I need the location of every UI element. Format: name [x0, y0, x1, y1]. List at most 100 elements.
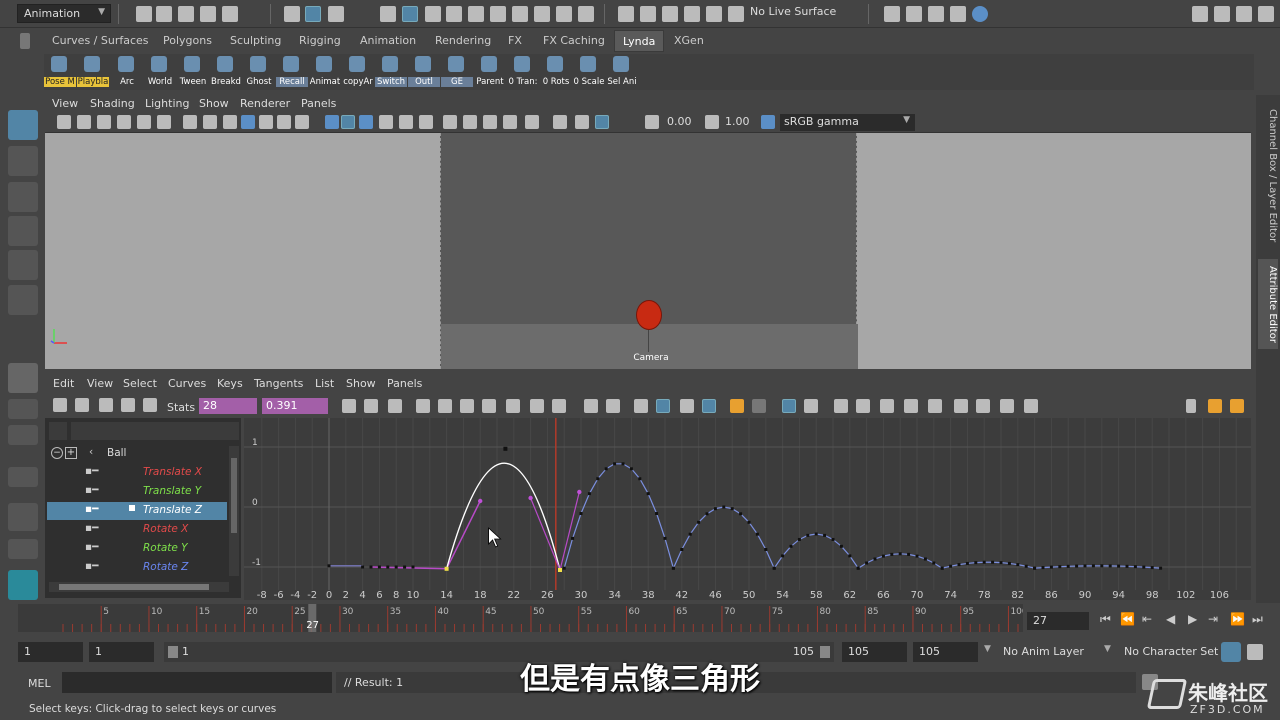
- lasso-icon[interactable]: [662, 6, 678, 22]
- chevron-down-icon[interactable]: ▼: [984, 644, 991, 654]
- menu-renderer[interactable]: Renderer: [240, 97, 290, 110]
- bookmark-icon[interactable]: [97, 115, 111, 129]
- new-scene-icon[interactable]: [136, 6, 152, 22]
- workspace-icon[interactable]: [1192, 6, 1208, 22]
- channel-row[interactable]: ▪━ Rotate X: [47, 521, 227, 539]
- menu-select[interactable]: Select: [123, 377, 157, 390]
- play-back-icon[interactable]: ◀: [1166, 612, 1175, 626]
- ssao-icon[interactable]: [443, 115, 457, 129]
- menu-panels[interactable]: Panels: [387, 377, 422, 390]
- layout-icon[interactable]: [8, 503, 38, 531]
- outliner-object-row[interactable]: − + ‹ Ball: [47, 446, 227, 464]
- rotate-tool-icon[interactable]: [8, 250, 38, 280]
- shelf-item-rots[interactable]: 0 Rots: [540, 54, 570, 88]
- menu-view[interactable]: View: [52, 97, 78, 110]
- curve-graph[interactable]: 10-1-8 -6 -4 -2 0 2 4 6 8 10 14 18 22 26 30 34 38 42 46 50 5…: [244, 418, 1254, 601]
- select-hierarchy-icon[interactable]: [284, 6, 300, 22]
- plateau-tangent-icon[interactable]: [552, 399, 566, 413]
- exposure-icon[interactable]: [645, 115, 659, 129]
- insert-key-icon[interactable]: [75, 398, 89, 412]
- open-scene-icon[interactable]: [156, 6, 172, 22]
- snap-surface-icon[interactable]: [468, 6, 484, 22]
- menu-keys[interactable]: Keys: [217, 377, 243, 390]
- layout-icon[interactable]: [8, 363, 38, 393]
- hypershade-icon[interactable]: [972, 6, 988, 22]
- anti-aliasing-icon[interactable]: [483, 115, 497, 129]
- shelf-item-copyar[interactable]: copyAr: [342, 54, 373, 88]
- channel-options-icon[interactable]: [1186, 399, 1196, 413]
- cycle-offset-icon[interactable]: [904, 399, 918, 413]
- menu-show[interactable]: Show: [199, 97, 229, 110]
- paint-select-tool-icon[interactable]: [8, 182, 38, 212]
- stats-frame-field[interactable]: 28: [199, 398, 257, 414]
- layout-icon[interactable]: [8, 539, 38, 559]
- lock-icon[interactable]: [556, 6, 572, 22]
- prev-key-icon[interactable]: ⇤: [1142, 612, 1152, 626]
- snap-view-icon[interactable]: [446, 6, 462, 22]
- outliner-scrollbar[interactable]: [229, 446, 239, 576]
- lattice-deform-icon[interactable]: [99, 398, 113, 412]
- lock-tangent-icon[interactable]: [702, 399, 716, 413]
- isolate-icon[interactable]: [525, 115, 539, 129]
- trax-editor-icon[interactable]: [1230, 399, 1244, 413]
- linear-infinity-icon[interactable]: [954, 399, 968, 413]
- step-next-icon[interactable]: [530, 399, 544, 413]
- shelf-item-ghost[interactable]: Ghost: [243, 54, 273, 88]
- tag-icon[interactable]: [706, 6, 722, 22]
- scroll-thumb[interactable]: [231, 458, 237, 533]
- time-slider[interactable]: 5 10 15 20 25 30 35 40 45 50 55 60 65 70 75 80 85 90 95 100…: [18, 604, 1070, 632]
- linear-tangent-icon[interactable]: [460, 399, 474, 413]
- channel-row[interactable]: ▪━ Translate X: [47, 464, 227, 482]
- cycle-icon[interactable]: [880, 399, 894, 413]
- shelf-item-recall[interactable]: Recall: [276, 54, 308, 88]
- render-view-icon[interactable]: [906, 6, 922, 22]
- stack-icon[interactable]: [752, 399, 766, 413]
- move-key-icon[interactable]: [53, 398, 67, 412]
- frame-all-icon[interactable]: [388, 399, 402, 413]
- tab-rendering[interactable]: Rendering: [427, 30, 499, 52]
- current-frame-field[interactable]: 27: [1027, 612, 1089, 630]
- dope-sheet-icon[interactable]: [1208, 399, 1222, 413]
- select-object-icon[interactable]: [305, 6, 321, 22]
- dof-icon[interactable]: [503, 115, 517, 129]
- tab-xgen[interactable]: XGen: [666, 30, 712, 52]
- live-icon[interactable]: [728, 6, 744, 22]
- render-icon[interactable]: [884, 6, 900, 22]
- menu-tangents[interactable]: Tangents: [254, 377, 303, 390]
- tool-settings-icon[interactable]: [1258, 6, 1274, 22]
- chevron-down-icon[interactable]: ▼: [1104, 644, 1111, 654]
- exposure-value[interactable]: 0.00: [667, 115, 692, 128]
- snap-point-icon[interactable]: [425, 6, 441, 22]
- snap-vertex-icon[interactable]: [490, 6, 506, 22]
- image-plane-icon[interactable]: [117, 115, 131, 129]
- viewport[interactable]: Camera: [45, 133, 1251, 369]
- menu-edit[interactable]: Edit: [53, 377, 74, 390]
- flat-tangent-icon[interactable]: [482, 399, 496, 413]
- go-to-start-icon[interactable]: ⏮: [1100, 612, 1111, 627]
- denormalize-icon[interactable]: [364, 399, 378, 413]
- channel-row[interactable]: ▪━ Rotate Z: [47, 559, 227, 577]
- tab-animation[interactable]: Animation: [352, 30, 424, 52]
- tab-rigging[interactable]: Rigging: [291, 30, 349, 52]
- color-management-icon[interactable]: [761, 115, 775, 129]
- scale-tool-icon[interactable]: [8, 285, 38, 315]
- gamma-value[interactable]: 1.00: [725, 115, 750, 128]
- select-component-icon[interactable]: [328, 6, 344, 22]
- wireframe-icon[interactable]: [325, 115, 339, 129]
- ball-object[interactable]: [636, 300, 662, 330]
- shelf-item-tween[interactable]: Tween: [177, 54, 207, 88]
- filter-icon[interactable]: [49, 422, 67, 440]
- value-snap-icon[interactable]: [804, 399, 818, 413]
- save-scene-icon[interactable]: [178, 6, 194, 22]
- textured-icon[interactable]: [379, 115, 393, 129]
- tab-fx-caching[interactable]: FX Caching: [535, 30, 613, 52]
- motion-blur-icon[interactable]: [463, 115, 477, 129]
- free-tangent-icon[interactable]: [680, 399, 694, 413]
- grid-icon[interactable]: [183, 115, 197, 129]
- curve-display-icon[interactable]: [1000, 399, 1014, 413]
- buffer-curve-icon[interactable]: [584, 399, 598, 413]
- swap-buffer-icon[interactable]: [606, 399, 620, 413]
- history-icon[interactable]: [618, 6, 634, 22]
- expand-icon[interactable]: +: [65, 447, 77, 459]
- maya-logo-icon[interactable]: [8, 570, 38, 600]
